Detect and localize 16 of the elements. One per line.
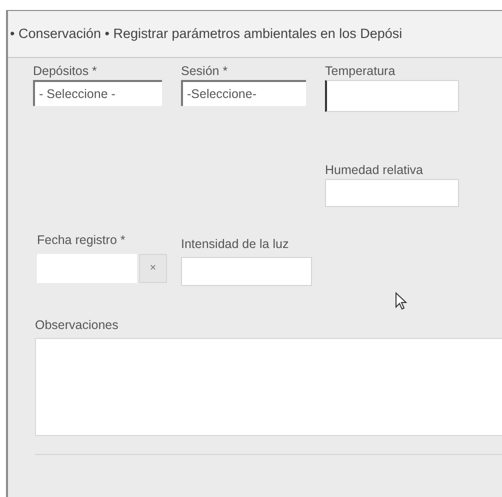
field-label: Temperatura <box>325 63 396 80</box>
field-label: Observaciones <box>35 317 120 334</box>
breadcrumb: • Conservación • Registrar parámetros ambientales en los Depósi <box>10 24 402 43</box>
field-label: Intensidad de la luz <box>181 236 290 253</box>
light-intensity-field[interactable] <box>181 257 312 286</box>
field-label: Fecha registro * <box>37 232 126 249</box>
humidity-field[interactable] <box>325 179 459 207</box>
field-label: Sesión * <box>181 63 229 80</box>
deposit-select[interactable]: - Seleccione - <box>33 80 162 106</box>
clear-button[interactable]: × <box>139 254 167 283</box>
pointer-icon <box>395 292 407 310</box>
field-label: Humedad relativa <box>325 162 424 179</box>
field-label: Depósitos * <box>33 63 98 80</box>
observations-field[interactable] <box>35 338 502 436</box>
temperature-field[interactable] <box>325 80 459 112</box>
session-select[interactable]: -Seleccione- <box>181 80 306 106</box>
